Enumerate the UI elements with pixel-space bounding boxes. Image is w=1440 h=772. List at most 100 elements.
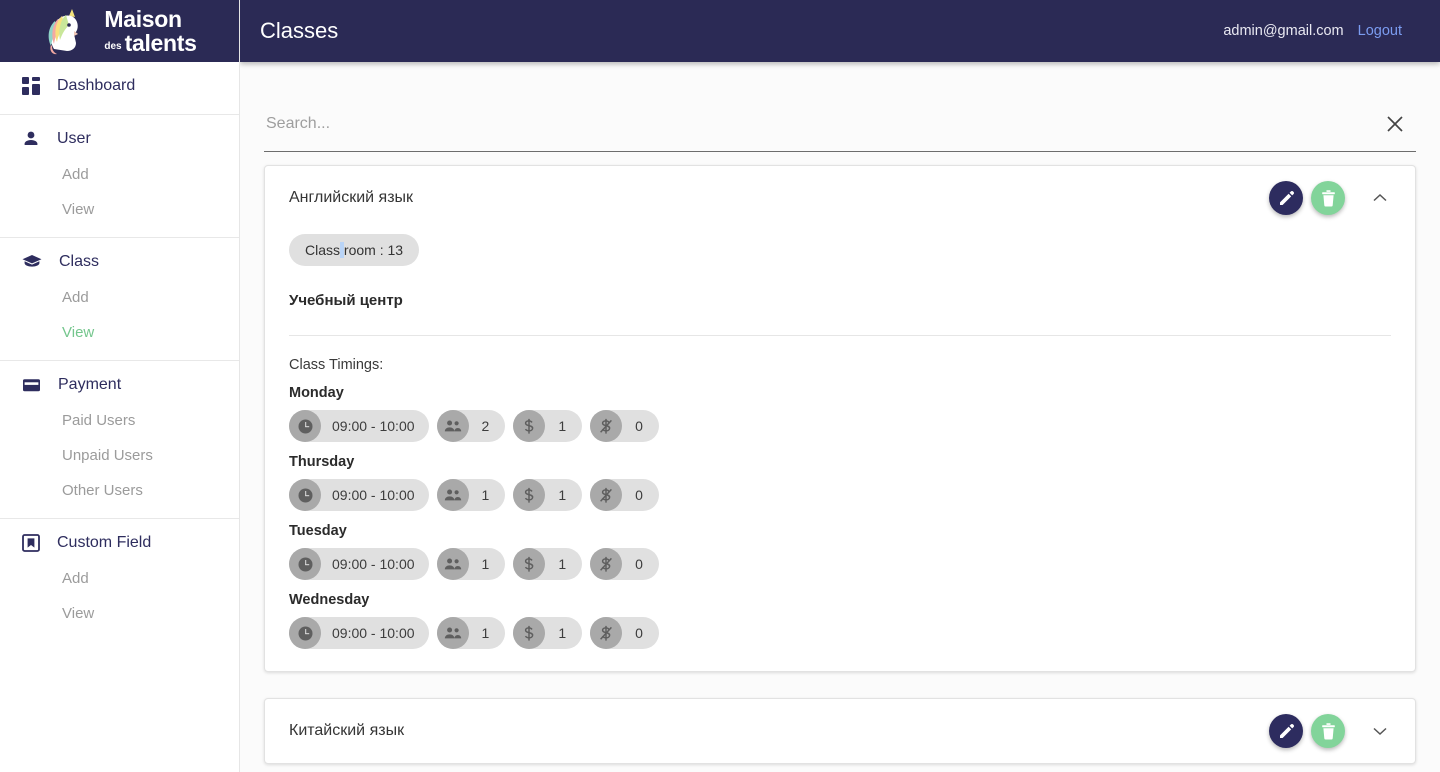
- content-area: Английский язык: [240, 62, 1440, 772]
- delete-class-button[interactable]: [1311, 714, 1345, 748]
- paid-chip: 1: [513, 617, 583, 649]
- clock-icon: [289, 410, 321, 442]
- timings-list: Monday 09:00 - 10:00 2 1 0 Thursday 09:0…: [289, 385, 1391, 649]
- close-x-icon[interactable]: [1382, 111, 1408, 137]
- students-count: 1: [481, 556, 490, 572]
- edit-class-button[interactable]: [1269, 714, 1303, 748]
- time-chip: 09:00 - 10:00: [289, 479, 429, 511]
- class-card-actions: [1269, 181, 1393, 215]
- sidebar-subitem-paid-users[interactable]: Paid Users: [0, 403, 239, 438]
- unpaid-chip: 0: [590, 548, 659, 580]
- time-chip: 09:00 - 10:00: [289, 617, 429, 649]
- sidebar-item-custom-field[interactable]: Custom Field: [0, 525, 239, 561]
- sidebar: Maison des talents Dashboard User Add Vi…: [0, 0, 240, 772]
- day-label: Wednesday: [289, 592, 370, 608]
- nav-group-custom-field: Custom Field Add View: [0, 519, 239, 641]
- paid-count: 1: [558, 625, 567, 641]
- classroom-chip-part2: room : 13: [343, 242, 404, 258]
- timing-row: Monday 09:00 - 10:00 2 1 0: [289, 385, 1391, 442]
- clock-icon: [289, 548, 321, 580]
- students-chip: 2: [436, 410, 506, 442]
- sidebar-item-label: Class: [59, 253, 100, 270]
- sidebar-item-label: Custom Field: [57, 534, 152, 551]
- sidebar-item-label: Payment: [58, 376, 122, 393]
- money-off-icon: [590, 410, 623, 442]
- chevron-up-icon[interactable]: [1367, 185, 1393, 211]
- sidebar-item-class[interactable]: Class: [0, 244, 239, 280]
- divider: [289, 335, 1391, 336]
- custom-field-icon: [22, 534, 40, 552]
- brand-logo[interactable]: Maison des talents: [0, 0, 239, 62]
- class-card-header[interactable]: Китайский язык: [265, 699, 1415, 763]
- students-chip: 1: [436, 479, 506, 511]
- timing-row: Wednesday 09:00 - 10:00 1 1 0: [289, 592, 1391, 649]
- timing-row: Tuesday 09:00 - 10:00 1 1 0: [289, 523, 1391, 580]
- class-card-body: Class room : 13 Учебный центр Class Timi…: [265, 230, 1415, 671]
- search-input[interactable]: [264, 114, 1382, 133]
- logout-link[interactable]: Logout: [1358, 23, 1402, 39]
- class-card: Китайский язык: [264, 698, 1416, 764]
- class-title: Китайский язык: [289, 722, 405, 739]
- trash-icon: [1321, 189, 1335, 206]
- sidebar-subitem-user-view[interactable]: View: [0, 192, 239, 227]
- students-chip: 1: [436, 617, 506, 649]
- people-icon: [436, 479, 469, 511]
- students-count: 1: [481, 487, 490, 503]
- paid-chip: 1: [513, 479, 583, 511]
- unpaid-count: 0: [635, 487, 643, 503]
- sidebar-item-user[interactable]: User: [0, 121, 239, 157]
- money-off-icon: [590, 617, 623, 649]
- class-title: Английский язык: [289, 189, 414, 206]
- edit-class-button[interactable]: [1269, 181, 1303, 215]
- brand-text: Maison des talents: [104, 5, 197, 56]
- unpaid-count: 0: [635, 418, 643, 434]
- nav-group-user: User Add View: [0, 115, 239, 238]
- paid-chip: 1: [513, 548, 583, 580]
- brand-small: des: [104, 40, 122, 52]
- topbar-account: admin@gmail.com Logout: [1223, 23, 1402, 39]
- people-icon: [436, 617, 469, 649]
- chevron-down-icon[interactable]: [1367, 718, 1393, 744]
- nav-group-dashboard: Dashboard: [0, 62, 239, 115]
- main-area: Classes admin@gmail.com Logout Английски…: [240, 0, 1440, 772]
- app-root: Maison des talents Dashboard User Add Vi…: [0, 0, 1440, 772]
- brand-line2: talents: [124, 29, 197, 56]
- credit-card-icon: [22, 377, 41, 393]
- sidebar-subitem-user-add[interactable]: Add: [0, 157, 239, 192]
- sidebar-subitem-unpaid-users[interactable]: Unpaid Users: [0, 438, 239, 473]
- paid-count: 1: [558, 556, 567, 572]
- people-icon: [436, 548, 469, 580]
- unpaid-count: 0: [635, 556, 643, 572]
- time-chip: 09:00 - 10:00: [289, 548, 429, 580]
- students-count: 2: [481, 418, 490, 434]
- class-card-header[interactable]: Английский язык: [265, 166, 1415, 230]
- sidebar-item-label: User: [57, 130, 91, 147]
- account-email: admin@gmail.com: [1223, 23, 1344, 39]
- unpaid-chip: 0: [590, 617, 659, 649]
- sidebar-item-dashboard[interactable]: Dashboard: [0, 68, 239, 104]
- sidebar-subitem-class-view[interactable]: View: [0, 315, 239, 350]
- time-value: 09:00 - 10:00: [332, 487, 415, 503]
- nav-group-payment: Payment Paid Users Unpaid Users Other Us…: [0, 361, 239, 519]
- classroom-chip: Class room : 13: [289, 234, 420, 266]
- brand-line1: Maison: [104, 5, 182, 32]
- clock-icon: [289, 479, 321, 511]
- dollar-icon: [513, 548, 546, 580]
- day-label: Monday: [289, 385, 344, 401]
- delete-class-button[interactable]: [1311, 181, 1345, 215]
- sidebar-subitem-custom-field-add[interactable]: Add: [0, 561, 239, 596]
- trash-icon: [1321, 722, 1335, 739]
- paid-chip: 1: [513, 410, 583, 442]
- time-value: 09:00 - 10:00: [332, 556, 415, 572]
- paid-count: 1: [558, 487, 567, 503]
- day-label: Thursday: [289, 454, 355, 470]
- sidebar-subitem-custom-field-view[interactable]: View: [0, 596, 239, 631]
- sidebar-item-payment[interactable]: Payment: [0, 367, 239, 403]
- time-value: 09:00 - 10:00: [332, 625, 415, 641]
- students-chip: 1: [436, 548, 506, 580]
- sidebar-subitem-other-users[interactable]: Other Users: [0, 473, 239, 508]
- dashboard-grid-icon: [22, 77, 40, 95]
- dollar-icon: [513, 410, 546, 442]
- sidebar-subitem-class-add[interactable]: Add: [0, 280, 239, 315]
- page-title: Classes: [260, 18, 339, 43]
